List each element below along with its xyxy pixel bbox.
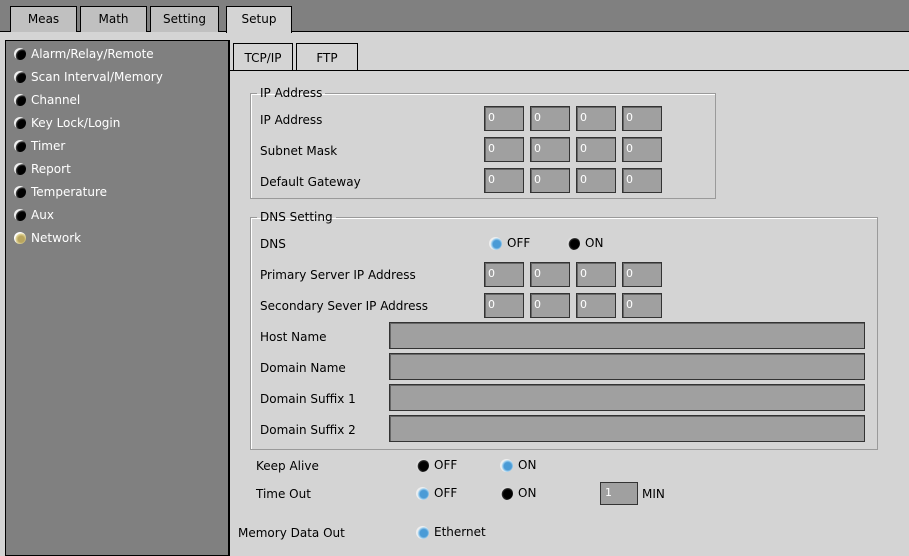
bullet-icon [14, 209, 26, 221]
tab-ftp[interactable]: FTP [296, 43, 358, 71]
default-gateway-octet-2[interactable]: 0 [530, 168, 570, 193]
tab-tcp-ip[interactable]: TCP/IP [233, 43, 293, 71]
bullet-icon [14, 94, 26, 106]
ip-address-octet-3[interactable]: 0 [576, 106, 616, 131]
tab-meas[interactable]: Meas [10, 6, 77, 32]
subnet-mask-label: Subnet Mask [260, 144, 338, 158]
host-name-input[interactable] [389, 322, 865, 349]
bullet-icon [14, 163, 26, 175]
dns-on-radio[interactable]: ON [567, 236, 603, 250]
ip-address-octet-1[interactable]: 0 [484, 106, 524, 131]
default-gateway-label: Default Gateway [260, 175, 361, 189]
time-out-minutes-input[interactable]: 1 [600, 482, 638, 505]
sidebar-item-report[interactable]: Report [14, 159, 71, 179]
sidebar-item-channel[interactable]: Channel [14, 90, 80, 110]
host-name-label: Host Name [260, 330, 327, 344]
tab-setup[interactable]: Setup [226, 6, 292, 33]
secondary-server-octet-2[interactable]: 0 [530, 293, 570, 318]
bullet-icon [14, 140, 26, 152]
secondary-server-label: Secondary Sever IP Address [260, 299, 428, 313]
time-out-unit: MIN [642, 487, 665, 501]
secondary-server-octet-4[interactable]: 0 [622, 293, 662, 318]
keep-alive-label: Keep Alive [256, 459, 319, 473]
secondary-server-octet-1[interactable]: 0 [484, 293, 524, 318]
sidebar-item-scan-interval-memory[interactable]: Scan Interval/Memory [14, 67, 163, 87]
domain-name-input[interactable] [389, 353, 865, 380]
keep-alive-off-radio[interactable]: OFF [416, 458, 457, 472]
top-tab-bar: Meas Math Setting Setup [0, 0, 909, 33]
ip-address-label: IP Address [260, 113, 323, 127]
time-out-label: Time Out [256, 487, 311, 501]
bullet-icon [14, 48, 26, 60]
default-gateway-octet-4[interactable]: 0 [622, 168, 662, 193]
subnet-mask-octet-4[interactable]: 0 [622, 137, 662, 162]
sidebar-item-timer[interactable]: Timer [14, 136, 65, 156]
default-gateway-octet-1[interactable]: 0 [484, 168, 524, 193]
radio-unselected-icon [500, 458, 513, 472]
bullet-icon [14, 71, 26, 83]
subnet-mask-octet-1[interactable]: 0 [484, 137, 524, 162]
secondary-server-octet-3[interactable]: 0 [576, 293, 616, 318]
subnet-mask-octet-3[interactable]: 0 [576, 137, 616, 162]
dns-off-radio[interactable]: OFF [489, 236, 530, 250]
domain-suffix-1-label: Domain Suffix 1 [260, 392, 356, 406]
ip-address-octet-4[interactable]: 0 [622, 106, 662, 131]
keep-alive-on-radio[interactable]: ON [500, 458, 536, 472]
memory-data-out-label: Memory Data Out [238, 526, 345, 540]
primary-server-octet-4[interactable]: 0 [622, 262, 662, 287]
time-out-off-radio[interactable]: OFF [416, 486, 457, 500]
tab-setting[interactable]: Setting [150, 6, 219, 32]
domain-name-label: Domain Name [260, 361, 346, 375]
radio-unselected-icon [416, 486, 429, 500]
sidebar-item-temperature[interactable]: Temperature [14, 182, 107, 202]
sidebar-item-alarm-relay-remote[interactable]: Alarm/Relay/Remote [14, 44, 154, 64]
radio-selected-icon [500, 486, 513, 500]
default-gateway-octet-3[interactable]: 0 [576, 168, 616, 193]
memory-data-out-ethernet-radio[interactable]: Ethernet [416, 525, 486, 539]
sidebar-item-key-lock-login[interactable]: Key Lock/Login [14, 113, 120, 133]
bullet-icon [14, 186, 26, 198]
primary-server-label: Primary Server IP Address [260, 268, 416, 282]
time-out-on-radio[interactable]: ON [500, 486, 536, 500]
bullet-icon [14, 117, 26, 129]
tab-math[interactable]: Math [80, 6, 147, 32]
dns-setting-legend: DNS Setting [260, 210, 333, 224]
ip-address-octet-2[interactable]: 0 [530, 106, 570, 131]
domain-suffix-2-input[interactable] [389, 415, 865, 442]
sidebar-item-aux[interactable]: Aux [14, 205, 54, 225]
ip-address-legend: IP Address [260, 86, 323, 100]
network-icon [14, 232, 26, 244]
sidebar-item-network[interactable]: Network [14, 228, 81, 248]
subnet-mask-octet-2[interactable]: 0 [530, 137, 570, 162]
radio-selected-icon [567, 236, 580, 250]
primary-server-octet-3[interactable]: 0 [576, 262, 616, 287]
primary-server-octet-1[interactable]: 0 [484, 262, 524, 287]
domain-suffix-1-input[interactable] [389, 384, 865, 411]
primary-server-octet-2[interactable]: 0 [530, 262, 570, 287]
domain-suffix-2-label: Domain Suffix 2 [260, 423, 356, 437]
radio-unselected-icon [416, 525, 429, 539]
dns-label: DNS [260, 237, 286, 251]
radio-selected-icon [416, 458, 429, 472]
sidebar: Alarm/Relay/Remote Scan Interval/Memory … [5, 40, 230, 556]
radio-unselected-icon [489, 236, 502, 250]
